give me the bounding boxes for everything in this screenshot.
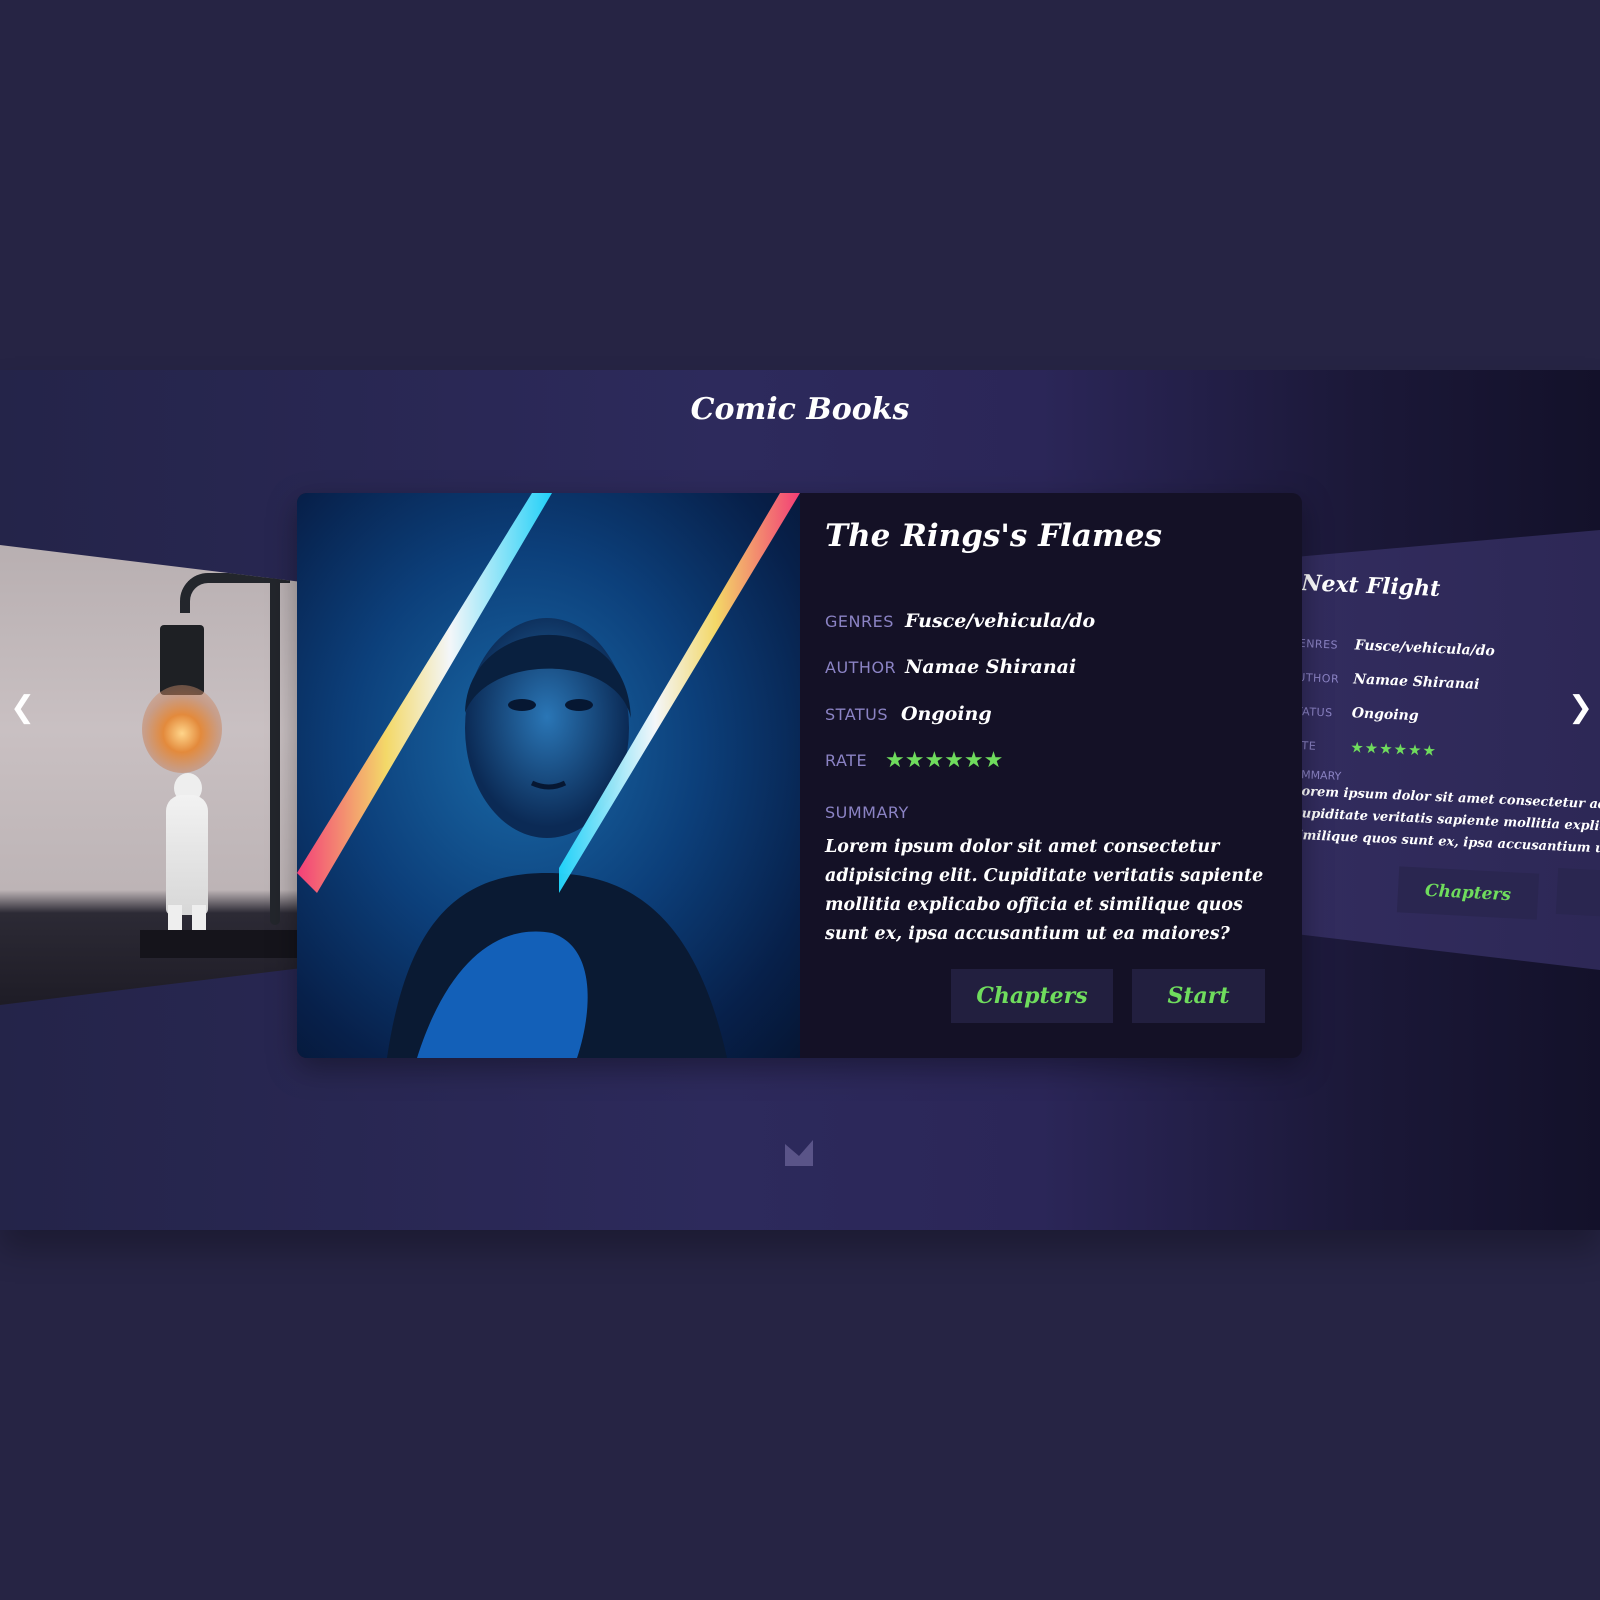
next-slide-content: Next Flight ENRES Fusce/vehicula/do UTHO… xyxy=(1302,570,1600,861)
carousel-band: Comic Books Next Flight ENRES Fusce/vehi… xyxy=(0,370,1600,1230)
genres-label: GENRES xyxy=(825,611,894,631)
next-genres-label: ENRES xyxy=(1302,636,1339,652)
rate-label: RATE xyxy=(825,751,868,770)
status-row: STATUS Ongoing xyxy=(825,703,992,725)
chapters-button[interactable]: Chapters xyxy=(951,969,1113,1023)
book-card: The Rings's Flames GENRES Fusce/vehicula… xyxy=(297,493,1302,1058)
author-row: AUTHOR Namae Shiranai xyxy=(825,656,1076,678)
lamp-bulb xyxy=(142,685,222,773)
next-chapters-button[interactable]: Chapters xyxy=(1396,866,1540,920)
book-info-panel: The Rings's Flames GENRES Fusce/vehicula… xyxy=(800,493,1302,1058)
next-star-rating: ★★★★★★ xyxy=(1349,738,1438,761)
next-slide-title: Next Flight xyxy=(1302,570,1441,603)
next-slide[interactable]: Next Flight ENRES Fusce/vehicula/do UTHO… xyxy=(1302,530,1600,970)
status-label: STATUS xyxy=(825,704,889,724)
next-author-label: UTHOR xyxy=(1302,670,1340,686)
status-value: Ongoing xyxy=(901,703,992,725)
book-title: The Rings's Flames xyxy=(825,518,1162,554)
genres-value: Fusce/vehicula/do xyxy=(905,610,1096,632)
rate-row: RATE ★★★★★★ xyxy=(825,748,1003,773)
cover-image xyxy=(297,493,800,1058)
next-rate-label: ATE xyxy=(1302,738,1317,753)
lamp-pole xyxy=(270,575,280,925)
next-status-value: Ongoing xyxy=(1351,705,1419,725)
next-author-value: Namae Shiranai xyxy=(1352,671,1480,693)
brand-logo-icon xyxy=(785,1140,813,1166)
start-button[interactable]: Start xyxy=(1132,969,1265,1023)
page-title: Comic Books xyxy=(690,392,910,427)
desk xyxy=(140,930,300,958)
star-rating: ★★★★★★ xyxy=(885,748,1004,773)
neon-portrait-illustration xyxy=(297,493,800,1058)
figurine-body xyxy=(166,795,208,915)
author-label: AUTHOR xyxy=(825,657,897,677)
summary-label: SUMMARY xyxy=(825,803,909,822)
next-genres-value: Fusce/vehicula/do xyxy=(1354,637,1496,660)
prev-arrow-icon[interactable]: ❮ xyxy=(10,690,35,725)
previous-slide[interactable] xyxy=(0,545,300,1005)
next-start-button[interactable] xyxy=(1555,867,1600,919)
next-arrow-icon[interactable]: ❯ xyxy=(1568,690,1593,725)
genres-row: GENRES Fusce/vehicula/do xyxy=(825,610,1095,632)
summary-text: Lorem ipsum dolor sit amet consectetur a… xyxy=(825,837,1264,944)
author-value: Namae Shiranai xyxy=(905,656,1077,678)
next-status-label: TATUS xyxy=(1302,704,1333,719)
